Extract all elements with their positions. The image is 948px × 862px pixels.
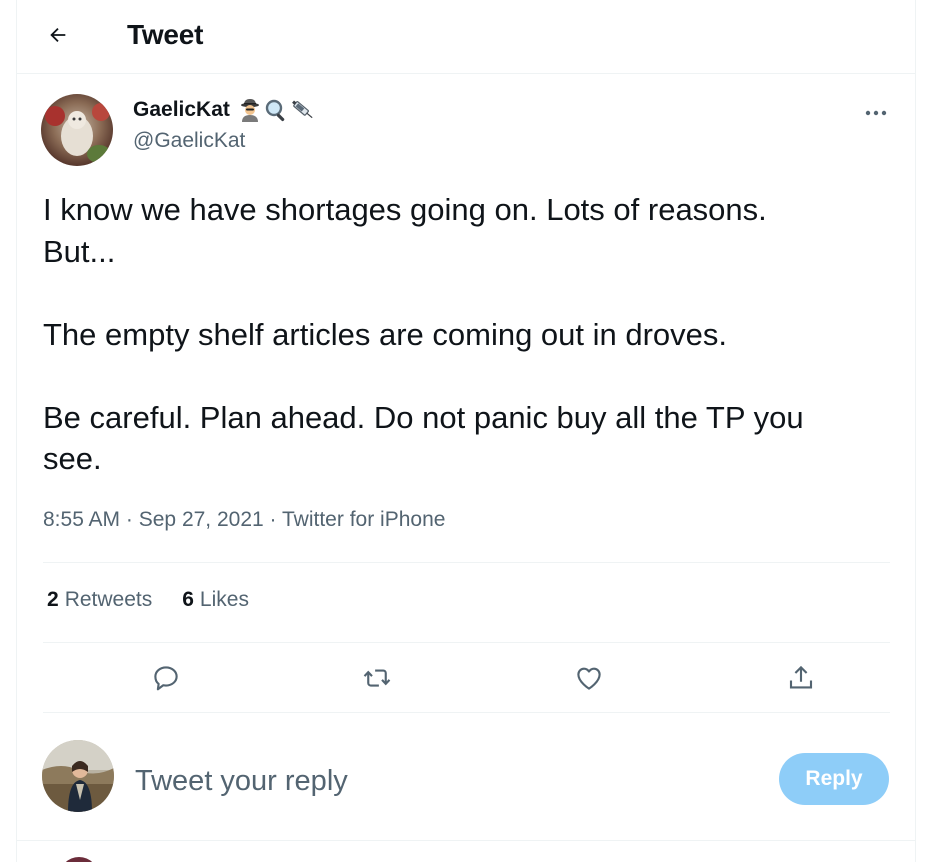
retweet-icon (363, 669, 391, 687)
meta-separator: · (269, 508, 277, 531)
detective-icon (240, 99, 259, 122)
retweets-stat[interactable]: 2 Retweets (47, 588, 152, 612)
syringe-icon (291, 100, 313, 119)
likes-stat[interactable]: 6 Likes (182, 588, 249, 612)
divider (43, 712, 890, 713)
author-name-emoji (238, 98, 316, 122)
tweet-stats: 2 Retweets 6 Likes (47, 588, 249, 612)
share-icon (789, 665, 813, 689)
reply-button[interactable] (144, 656, 188, 700)
likes-count: 6 (182, 588, 194, 611)
tweet-paragraph-gap (43, 355, 903, 397)
author-avatar[interactable] (41, 94, 113, 166)
reply-input[interactable] (135, 762, 735, 800)
tweet-actions (43, 650, 890, 710)
divider (43, 562, 890, 563)
tweet-date[interactable]: Sep 27, 2021 (139, 508, 264, 531)
tweet-line: see. (43, 441, 102, 476)
retweets-count: 2 (47, 588, 59, 611)
retweet-button[interactable] (355, 656, 399, 700)
next-tweet-avatar[interactable] (59, 857, 99, 862)
tweet-paragraph-gap (43, 272, 903, 314)
back-button[interactable] (39, 16, 77, 54)
likes-label: Likes (199, 588, 249, 611)
like-icon (577, 667, 601, 690)
tweet-source[interactable]: Twitter for iPhone (282, 508, 445, 531)
meta-separator: · (125, 508, 133, 531)
more-options-button[interactable] (859, 98, 893, 128)
page-header: Tweet (17, 0, 915, 74)
like-button[interactable] (567, 656, 611, 700)
tweet-line: But... (43, 233, 116, 269)
tweet-line: I know we have shortages going on. Lots … (43, 192, 767, 227)
share-button[interactable] (779, 656, 823, 700)
arrow-left-icon (50, 27, 66, 43)
divider (43, 642, 890, 643)
retweets-label: Retweets (64, 588, 153, 611)
author-name: GaelicKat (133, 98, 230, 121)
tweet-meta: 8:55 AM · Sep 27, 2021 · Twitter for iPh… (43, 508, 445, 532)
tweet-text: I know we have shortages going on. Lots … (43, 189, 903, 480)
page-title: Tweet (127, 19, 204, 50)
ellipsis-icon (865, 110, 887, 116)
tweet-time[interactable]: 8:55 AM (43, 508, 120, 531)
author-name-row[interactable]: GaelicKat (133, 98, 316, 122)
tweet-line: The empty shelf articles are coming out … (43, 316, 728, 352)
tweet-line: Be careful. Plan ahead. Do not panic buy… (43, 399, 804, 435)
magnifying-glass-icon (265, 99, 285, 122)
reply-icon (154, 666, 178, 691)
author-handle[interactable]: @GaelicKat (133, 129, 245, 153)
current-user-avatar[interactable] (42, 740, 114, 812)
tweet-column: Tweet GaelicKat @GaelicKat I know we hav… (16, 0, 916, 862)
divider (17, 840, 915, 841)
reply-submit-button[interactable]: Reply (779, 753, 889, 805)
